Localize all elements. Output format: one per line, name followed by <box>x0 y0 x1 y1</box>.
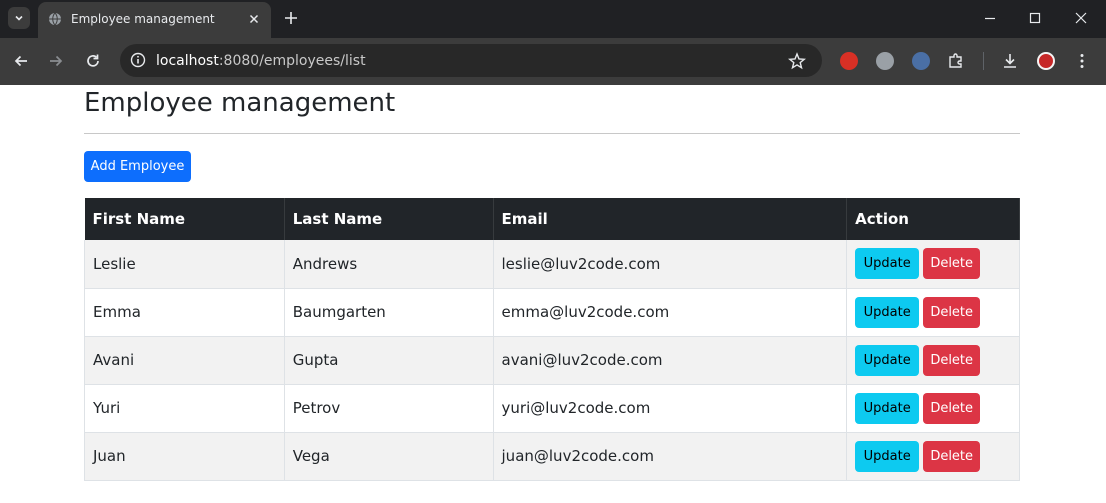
cell-first-name: Juan <box>84 432 285 481</box>
header-action: Action <box>846 198 1020 240</box>
browser-toolbar: localhost:8080/employees/list <box>0 38 1106 85</box>
table-header-row: First Name Last Name Email Action <box>84 198 1020 240</box>
cell-email: avani@luv2code.com <box>492 336 848 385</box>
cell-last-name: Petrov <box>283 384 494 433</box>
table-row: Leslie Andrews leslie@luv2code.com Updat… <box>84 240 1020 289</box>
extension-cursor-icon[interactable] <box>912 52 930 70</box>
url-path: :8080/employees/list <box>218 53 366 69</box>
address-bar[interactable]: localhost:8080/employees/list <box>120 44 822 77</box>
cell-first-name: Avani <box>84 336 285 385</box>
delete-button[interactable]: Delete <box>923 392 981 424</box>
delete-button[interactable]: Delete <box>923 296 981 328</box>
add-employee-button[interactable]: Add Employee <box>84 151 191 182</box>
page-title: Employee management <box>84 88 396 118</box>
update-button[interactable]: Update <box>855 440 920 472</box>
browser-tab-strip: Employee management <box>0 0 1106 38</box>
table-row: Juan Vega juan@luv2code.com Update Delete <box>84 432 1020 481</box>
cell-action: Update Delete <box>846 384 1020 433</box>
header-first-name: First Name <box>84 198 285 240</box>
cell-last-name: Vega <box>283 432 494 481</box>
minimize-icon[interactable] <box>983 11 997 25</box>
cell-action: Update Delete <box>846 240 1020 289</box>
cell-first-name: Leslie <box>84 240 285 289</box>
cell-action: Update Delete <box>846 432 1020 481</box>
chevron-down-icon <box>15 15 23 21</box>
tab-search-button[interactable] <box>8 7 30 29</box>
extension-gray-icon[interactable] <box>876 52 894 70</box>
delete-button[interactable]: Delete <box>923 248 981 280</box>
back-arrow-icon[interactable] <box>12 52 30 70</box>
delete-button[interactable]: Delete <box>923 440 981 472</box>
reload-icon[interactable] <box>84 52 102 70</box>
globe-icon <box>49 12 61 26</box>
cell-action: Update Delete <box>846 336 1020 385</box>
update-button[interactable]: Update <box>855 344 920 376</box>
extensions-puzzle-icon[interactable] <box>947 52 965 70</box>
table-row: Avani Gupta avani@luv2code.com Update Del… <box>84 336 1020 385</box>
site-info-icon[interactable] <box>130 52 146 68</box>
extension-red-icon[interactable] <box>840 52 858 70</box>
cell-email: yuri@luv2code.com <box>492 384 848 433</box>
table-row: Yuri Petrov yuri@luv2code.com Update Dele… <box>84 384 1020 433</box>
header-last-name: Last Name <box>284 198 494 240</box>
cell-email: juan@luv2code.com <box>492 432 848 481</box>
delete-button[interactable]: Delete <box>923 344 981 376</box>
profile-avatar[interactable] <box>1037 52 1055 70</box>
cell-last-name: Baumgarten <box>283 288 494 337</box>
url-host: localhost <box>156 53 219 69</box>
close-tab-icon[interactable] <box>246 11 262 27</box>
header-email: Email <box>493 198 848 240</box>
download-icon[interactable] <box>1001 52 1019 70</box>
title-divider <box>84 133 1020 134</box>
new-tab-icon[interactable] <box>283 10 299 26</box>
url-text: localhost:8080/employees/list <box>156 53 366 69</box>
cell-last-name: Andrews <box>283 240 494 289</box>
maximize-icon[interactable] <box>1028 11 1042 25</box>
toolbar-divider <box>983 52 984 70</box>
cell-last-name: Gupta <box>283 336 494 385</box>
close-window-icon[interactable] <box>1074 11 1088 25</box>
bookmark-star-icon[interactable] <box>788 52 806 70</box>
cell-first-name: Yuri <box>84 384 285 433</box>
tab-title: Employee management <box>71 12 215 26</box>
update-button[interactable]: Update <box>855 392 920 424</box>
cell-email: emma@luv2code.com <box>492 288 848 337</box>
employee-table: First Name Last Name Email Action Leslie… <box>84 198 1020 481</box>
forward-arrow-icon[interactable] <box>47 52 65 70</box>
cell-email: leslie@luv2code.com <box>492 240 848 289</box>
browser-tab-active[interactable]: Employee management <box>38 2 271 38</box>
cell-action: Update Delete <box>846 288 1020 337</box>
update-button[interactable]: Update <box>855 296 920 328</box>
page-content: Employee management Add Employee First N… <box>0 85 1106 503</box>
menu-dots-icon[interactable] <box>1073 52 1091 70</box>
cell-first-name: Emma <box>84 288 285 337</box>
table-row: Emma Baumgarten emma@luv2code.com Update… <box>84 288 1020 337</box>
update-button[interactable]: Update <box>855 248 920 280</box>
